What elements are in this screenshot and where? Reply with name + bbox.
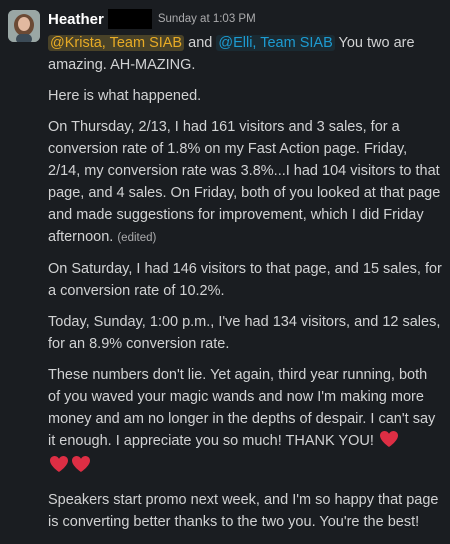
- mention-krista[interactable]: @Krista, Team SIAB: [48, 35, 185, 51]
- avatar[interactable]: [8, 10, 40, 42]
- author-name[interactable]: Heather: [48, 11, 104, 28]
- chat-message: Heather Sunday at 1:03 PM @Krista, Team …: [0, 0, 450, 544]
- message-body: @Krista, Team SIAB and @Elli, Team SIAB …: [48, 32, 442, 542]
- message-paragraph-4: On Saturday, I had 146 visitors to that …: [48, 261, 442, 299]
- message-text-6: These numbers don't lie. Yet again, thir…: [48, 367, 436, 449]
- message-header: Heather Sunday at 1:03 PM: [48, 8, 256, 30]
- message-paragraph-7: Speakers start promo next week, and I'm …: [48, 492, 439, 530]
- message-text-3: On Thursday, 2/13, I had 161 visitors an…: [48, 119, 441, 245]
- timestamp[interactable]: Sunday at 1:03 PM: [158, 13, 256, 25]
- message-paragraph-5: Today, Sunday, 1:00 p.m., I've had 134 v…: [48, 314, 441, 352]
- red-heart-icon: [379, 430, 399, 455]
- avatar-photo: [8, 10, 40, 42]
- message-paragraph-3: On Thursday, 2/13, I had 161 visitors an…: [48, 116, 442, 249]
- mention-separator: and: [184, 35, 217, 51]
- red-heart-icon: [49, 455, 69, 480]
- red-heart-icon: [71, 455, 91, 480]
- message-paragraph-2: Here is what happened.: [48, 88, 202, 104]
- message-paragraph-1: @Krista, Team SIAB and @Elli, Team SIAB …: [48, 32, 442, 76]
- message-paragraph-6: These numbers don't lie. Yet again, thir…: [48, 364, 442, 480]
- redaction-block: [107, 9, 152, 29]
- mention-elli[interactable]: @Elli, Team SIAB: [216, 35, 335, 51]
- edited-label: (edited): [117, 232, 157, 244]
